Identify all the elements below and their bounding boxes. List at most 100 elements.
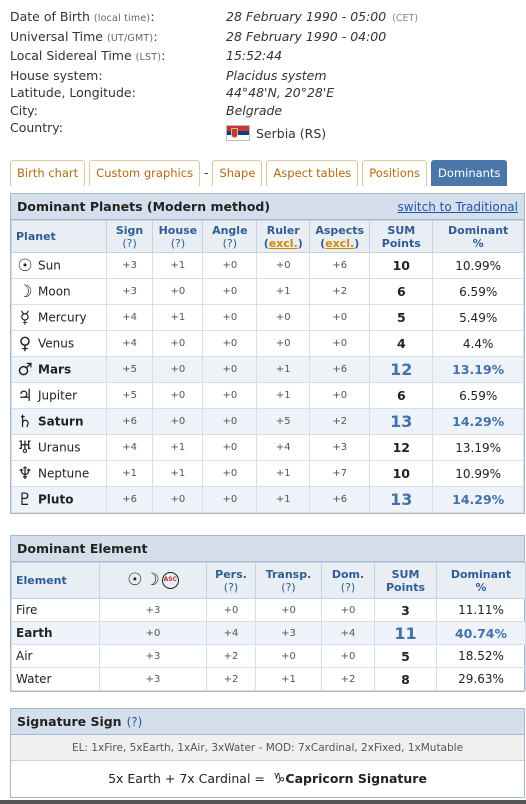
angle-cell: +0 bbox=[202, 460, 258, 487]
col-sign[interactable]: Sign (?) bbox=[105, 220, 154, 253]
aspects-cell: +3 bbox=[309, 434, 371, 461]
capricorn-icon: ♑ bbox=[272, 771, 286, 787]
aspects-cell: +6 bbox=[309, 356, 371, 383]
tab-bar: Birth chart Custom graphics - Shape Aspect t… bbox=[10, 160, 511, 186]
info-row: City: Belgrade bbox=[10, 102, 520, 120]
info-label: Date of Birth (local time): bbox=[10, 9, 155, 24]
tab-separator: - bbox=[204, 166, 209, 180]
ruler-cell: +1 bbox=[256, 278, 311, 305]
pers-cell: +4 bbox=[206, 621, 256, 645]
planet-row: ♂ Mars +5 +0 +0 +1 +6 12 13.19% bbox=[11, 356, 524, 383]
ruler-cell: +0 bbox=[256, 304, 311, 331]
planet-cell: ☽ Moon bbox=[11, 278, 107, 305]
planet-name: Jupiter bbox=[38, 388, 78, 402]
tab-dominants[interactable]: Dominants bbox=[431, 160, 508, 186]
angle-cell: +0 bbox=[202, 408, 258, 435]
sum-cell: 11 bbox=[374, 621, 437, 645]
transp-cell: +0 bbox=[255, 598, 322, 622]
info-value: 28 February 1990 - 05:00 (CET) bbox=[226, 9, 419, 24]
element-name: Earth bbox=[11, 621, 100, 645]
ruler-cell: +5 bbox=[256, 408, 311, 435]
element-name: Air bbox=[11, 644, 100, 668]
planet-cell: ♆ Neptune bbox=[11, 460, 107, 487]
element-title: Dominant Element bbox=[17, 541, 148, 556]
element-row: Earth +0 +4 +3 +4 11 40.74% bbox=[11, 621, 526, 645]
switch-traditional-link[interactable]: switch to Traditional bbox=[398, 200, 518, 214]
planet-row: ♇ Pluto +6 +0 +0 +1 +6 13 14.29% bbox=[11, 486, 524, 513]
aspects-cell: +6 bbox=[309, 486, 371, 513]
mars-icon: ♂ bbox=[17, 359, 33, 380]
house-cell: +1 bbox=[152, 304, 204, 331]
planet-row: ♆ Neptune +1 +1 +0 +1 +7 10 10.99% bbox=[11, 460, 524, 487]
birth-info: Date of Birth (local time): 28 February 1… bbox=[10, 8, 520, 141]
aspects-excl-link[interactable]: excl. bbox=[325, 237, 354, 250]
tab-shape[interactable]: Shape bbox=[212, 160, 263, 186]
signature-name: Capricorn Signature bbox=[285, 771, 427, 786]
info-value: 28 February 1990 - 04:00 bbox=[226, 28, 387, 44]
mercury-icon: ☿ bbox=[19, 307, 31, 328]
house-cell: +0 bbox=[152, 278, 204, 305]
planet-cell: ☿ Mercury bbox=[11, 304, 107, 331]
col-dom[interactable]: Dom. (?) bbox=[321, 562, 375, 599]
col-pers[interactable]: Pers. (?) bbox=[206, 562, 256, 599]
planet-row: ☉ Sun +3 +1 +0 +0 +6 10 10.99% bbox=[11, 252, 524, 279]
ruler-excl-link[interactable]: excl. bbox=[269, 237, 298, 250]
dominant-cell: 10.99% bbox=[432, 460, 524, 487]
angle-cell: +0 bbox=[202, 330, 258, 357]
sign-cell: +5 bbox=[105, 382, 154, 409]
tab-aspect-tables[interactable]: Aspect tables bbox=[266, 160, 359, 186]
planet-row: ♄ Saturn +6 +0 +0 +5 +2 13 14.29% bbox=[11, 408, 524, 435]
info-label: Universal Time (UT/GMT): bbox=[10, 28, 158, 44]
col-aspects[interactable]: Aspects (excl.) bbox=[309, 220, 371, 253]
element-table: Element ☉ ☽ ASC Pers. (?) Transp. (?) Dom. (?… bbox=[11, 562, 526, 691]
tab-positions[interactable]: Positions bbox=[362, 160, 428, 186]
info-label: House system: bbox=[10, 67, 103, 83]
sum-cell: 10 bbox=[369, 252, 434, 279]
uranus-icon: ♅ bbox=[17, 437, 33, 458]
signature-formula: 5x Earth + 7x Cardinal = bbox=[108, 771, 265, 786]
asc-icon: ASC bbox=[161, 572, 179, 589]
dominant-cell: 4.4% bbox=[432, 330, 524, 357]
angle-cell: +0 bbox=[202, 252, 258, 279]
signature-help-link[interactable]: (?) bbox=[127, 715, 143, 729]
dominant-cell: 10.99% bbox=[432, 252, 524, 279]
tab-custom-graphics[interactable]: Custom graphics bbox=[89, 160, 201, 186]
dom-cell: +0 bbox=[321, 598, 375, 622]
transp-cell: +3 bbox=[255, 621, 322, 645]
bottom-bar bbox=[0, 800, 526, 804]
element-name: Water bbox=[11, 667, 100, 691]
planet-row: ♃ Jupiter +5 +0 +0 +1 +0 6 6.59% bbox=[11, 382, 524, 409]
col-angle[interactable]: Angle (?) bbox=[202, 220, 258, 253]
sun-moon-asc-cell: +3 bbox=[99, 667, 207, 691]
planet-cell: ♅ Uranus bbox=[11, 434, 107, 461]
dom-cell: +0 bbox=[321, 644, 375, 668]
angle-cell: +0 bbox=[202, 434, 258, 461]
dominant-cell: 14.29% bbox=[432, 486, 524, 513]
col-house[interactable]: House (?) bbox=[152, 220, 204, 253]
planets-header-bar: Dominant Planets (Modern method) switch … bbox=[11, 194, 524, 220]
sum-cell: 12 bbox=[369, 356, 434, 383]
saturn-icon: ♄ bbox=[17, 411, 33, 432]
col-transp[interactable]: Transp. (?) bbox=[255, 562, 322, 599]
info-value: Belgrade bbox=[226, 102, 283, 118]
sum-cell: 12 bbox=[369, 434, 434, 461]
planet-row: ☽ Moon +3 +0 +0 +1 +2 6 6.59% bbox=[11, 278, 524, 305]
tab-birth-chart[interactable]: Birth chart bbox=[10, 160, 86, 186]
aspects-cell: +2 bbox=[309, 278, 371, 305]
info-value: Placidus system bbox=[226, 67, 327, 83]
col-ruler[interactable]: Ruler (excl.) bbox=[256, 220, 311, 253]
info-label: City: bbox=[10, 102, 38, 118]
info-label: Country: bbox=[10, 120, 63, 135]
aspects-cell: +0 bbox=[309, 330, 371, 357]
planets-table: Planet Sign (?) House (?) Angle (?) Ruler (e… bbox=[11, 220, 524, 513]
planet-name: Pluto bbox=[38, 492, 74, 506]
col-dominant: Dominant% bbox=[432, 220, 524, 253]
sign-cell: +4 bbox=[105, 434, 154, 461]
dominant-cell: 13.19% bbox=[432, 356, 524, 383]
house-cell: +0 bbox=[152, 486, 204, 513]
planets-title: Dominant Planets (Modern method) bbox=[17, 199, 271, 214]
house-cell: +0 bbox=[152, 330, 204, 357]
dominant-cell: 13.19% bbox=[432, 434, 524, 461]
info-value: 15:52:44 bbox=[226, 48, 283, 63]
planet-row: ♅ Uranus +4 +1 +0 +4 +3 12 13.19% bbox=[11, 434, 524, 461]
